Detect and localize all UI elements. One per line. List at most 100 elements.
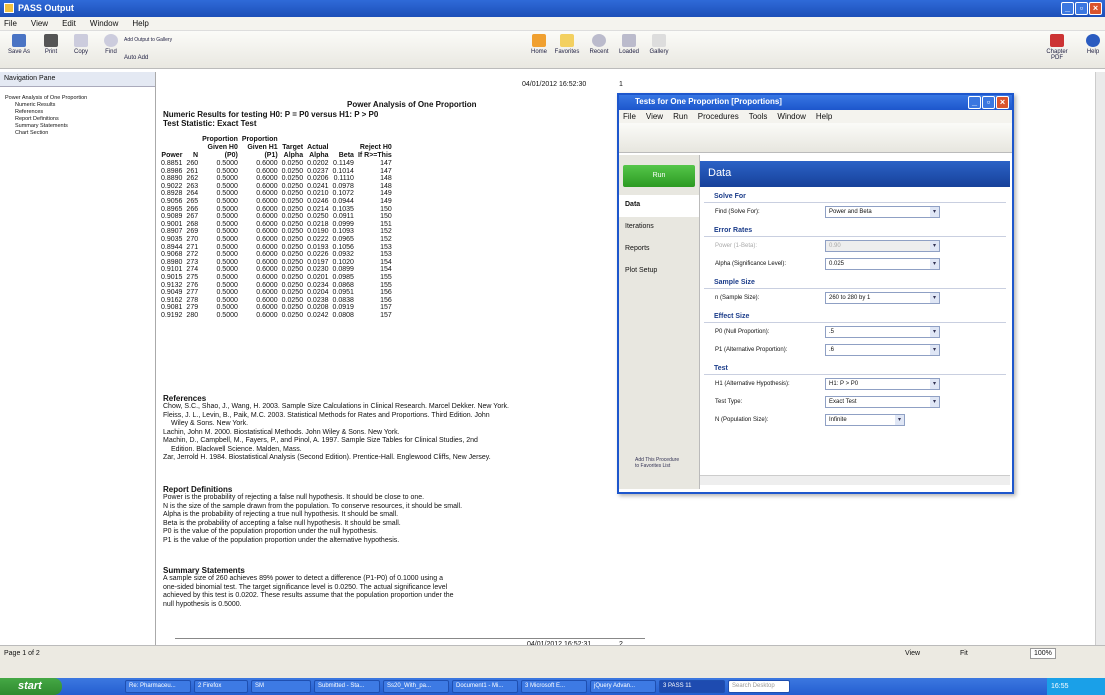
- table-cell: 275: [186, 273, 199, 281]
- nav-item-references[interactable]: References: [5, 109, 155, 116]
- cmenu-file[interactable]: File: [623, 112, 636, 121]
- window-title: PASS Output: [18, 3, 74, 13]
- add-to-favorites-link[interactable]: Add This Procedure to Favorites List: [623, 457, 683, 469]
- test-type-select[interactable]: Exact Test ▾: [825, 396, 940, 408]
- cmenu-tools[interactable]: Tools: [749, 112, 768, 121]
- nav-item-chart-section[interactable]: Chart Section: [5, 130, 155, 137]
- menu-edit[interactable]: Edit: [62, 19, 76, 30]
- table-cell: 261: [186, 167, 199, 175]
- nav-root[interactable]: Power Analysis of One Proportion: [5, 95, 155, 102]
- table-cell: 0.6000: [256, 273, 278, 281]
- table-cell: 0.5000: [216, 167, 238, 175]
- vertical-scrollbar[interactable]: [1095, 72, 1105, 645]
- tab-reports[interactable]: Reports: [619, 239, 699, 261]
- task-pass[interactable]: 3 PASS 11: [659, 680, 725, 693]
- task-submitted[interactable]: Submitted - Sta...: [314, 680, 380, 693]
- table-row: 0.9162 278 0.5000 0.6000 0.0250 0.0238 0.0838 1…: [161, 297, 396, 305]
- p0-field[interactable]: .5 ▾: [825, 326, 940, 338]
- nav-item-summary-statements[interactable]: Summary Statements: [5, 123, 155, 130]
- copy-button[interactable]: Copy: [64, 31, 98, 55]
- find-select[interactable]: Power and Beta ▾: [825, 206, 940, 218]
- table-cell: 260: [186, 160, 199, 167]
- tab-iterations[interactable]: Iterations: [619, 217, 699, 239]
- cmenu-view[interactable]: View: [646, 112, 663, 121]
- task-microsoft[interactable]: 3 Microsoft E...: [521, 680, 587, 693]
- recent-button[interactable]: Recent: [582, 31, 616, 55]
- loaded-button[interactable]: Loaded: [612, 31, 646, 55]
- power-label: Power (1-Beta):: [715, 243, 758, 249]
- start-button[interactable]: start: [0, 678, 62, 695]
- task-sm[interactable]: SM: [251, 680, 311, 693]
- maximize-button[interactable]: ▫: [1075, 2, 1088, 15]
- procedure-titlebar[interactable]: Tests for One Proportion [Proportions] _…: [619, 95, 1012, 110]
- table-row: 0.9089 267 0.5000 0.6000 0.0250 0.0250 0.0911 1…: [161, 213, 396, 221]
- task-ss20[interactable]: Ss20_With_pa...: [383, 680, 449, 693]
- print-button[interactable]: Print: [34, 31, 68, 55]
- task-jquery[interactable]: jQuery Advan...: [590, 680, 656, 693]
- population-size-select[interactable]: Infinite ▾: [825, 414, 905, 426]
- task-firefox[interactable]: 2 Firefox: [194, 680, 248, 693]
- alpha-field[interactable]: 0.025 ▾: [825, 258, 940, 270]
- chapter-pdf-button[interactable]: Chapter PDF: [1040, 31, 1074, 61]
- table-cell: 0.9089: [161, 213, 183, 221]
- table-cell: 270: [186, 235, 199, 243]
- table-row: 0.8965 266 0.5000 0.6000 0.0250 0.0214 0.1035 1…: [161, 206, 396, 214]
- table-cell: 0.9192: [161, 311, 183, 319]
- table-cell: 0.0250: [281, 228, 304, 236]
- add-output-button[interactable]: Add Output to Gallery: [124, 37, 184, 43]
- menu-bar: File View Edit Window Help: [0, 17, 1105, 31]
- chevron-down-icon: ▾: [930, 241, 939, 251]
- table-cell: 0.6000: [256, 182, 278, 190]
- table-cell: 0.0241: [307, 182, 329, 190]
- cmenu-procedures[interactable]: Procedures: [698, 112, 739, 121]
- minimize-button[interactable]: _: [1061, 2, 1074, 15]
- h1-select[interactable]: H1: P > P0 ▾: [825, 378, 940, 390]
- menu-view[interactable]: View: [31, 19, 48, 30]
- nav-item-numeric-results[interactable]: Numeric Results: [5, 102, 155, 109]
- tab-plot-setup[interactable]: Plot Setup: [619, 261, 699, 283]
- nav-item-report-definitions[interactable]: Report Definitions: [5, 116, 155, 123]
- run-button[interactable]: Run: [623, 165, 695, 187]
- table-cell: 0.0838: [332, 296, 354, 304]
- menu-file[interactable]: File: [4, 19, 17, 30]
- table-cell: 0.5000: [216, 175, 238, 183]
- cmenu-run[interactable]: Run: [673, 112, 688, 121]
- fit-label[interactable]: Fit: [960, 650, 968, 657]
- gallery-button[interactable]: Gallery: [642, 31, 676, 55]
- auto-add-checkbox[interactable]: Auto Add: [124, 55, 184, 61]
- save-as-button[interactable]: Save As: [2, 31, 36, 55]
- table-cell: 279: [186, 304, 199, 312]
- child-minimize-button[interactable]: _: [968, 96, 981, 109]
- tab-data[interactable]: Data: [619, 195, 699, 217]
- table-cell: 278: [186, 296, 199, 304]
- favorites-button[interactable]: Favorites: [550, 31, 584, 55]
- p1-field[interactable]: .6 ▾: [825, 344, 940, 356]
- table-cell: 156: [380, 296, 392, 304]
- table-cell: 0.5000: [216, 258, 238, 266]
- help-button[interactable]: Help: [1082, 31, 1104, 55]
- table-cell: 0.0250: [281, 243, 304, 251]
- close-button[interactable]: ×: [1089, 2, 1102, 15]
- table-cell: 149: [380, 197, 392, 205]
- table-cell: 0.0978: [332, 182, 354, 190]
- task-pharmaceu[interactable]: Re: Pharmaceu...: [125, 680, 191, 693]
- child-close-button[interactable]: ×: [996, 96, 1009, 109]
- zoom-select[interactable]: 100%: [1030, 648, 1056, 659]
- table-cell: 0.1014: [332, 167, 354, 175]
- procedure-horizontal-scrollbar[interactable]: [700, 475, 1010, 485]
- loaded-icon: [622, 34, 636, 47]
- menu-window[interactable]: Window: [90, 19, 118, 30]
- cmenu-help[interactable]: Help: [816, 112, 832, 121]
- task-document1[interactable]: Document1 - Mi...: [452, 680, 518, 693]
- find-button[interactable]: Find: [94, 31, 128, 55]
- main-titlebar[interactable]: PASS Output _ ▫ ×: [0, 0, 1105, 17]
- n-field[interactable]: 260 to 280 by 1 ▾: [825, 292, 940, 304]
- table-cell: 0.0250: [281, 273, 304, 281]
- save-icon: [12, 34, 26, 47]
- procedure-window[interactable]: Tests for One Proportion [Proportions] _…: [617, 93, 1014, 494]
- table-cell: 152: [380, 228, 392, 236]
- cmenu-window[interactable]: Window: [777, 112, 805, 121]
- menu-help[interactable]: Help: [132, 19, 148, 30]
- child-maximize-button[interactable]: ▫: [982, 96, 995, 109]
- search-desktop-input[interactable]: Search Desktop: [728, 680, 790, 693]
